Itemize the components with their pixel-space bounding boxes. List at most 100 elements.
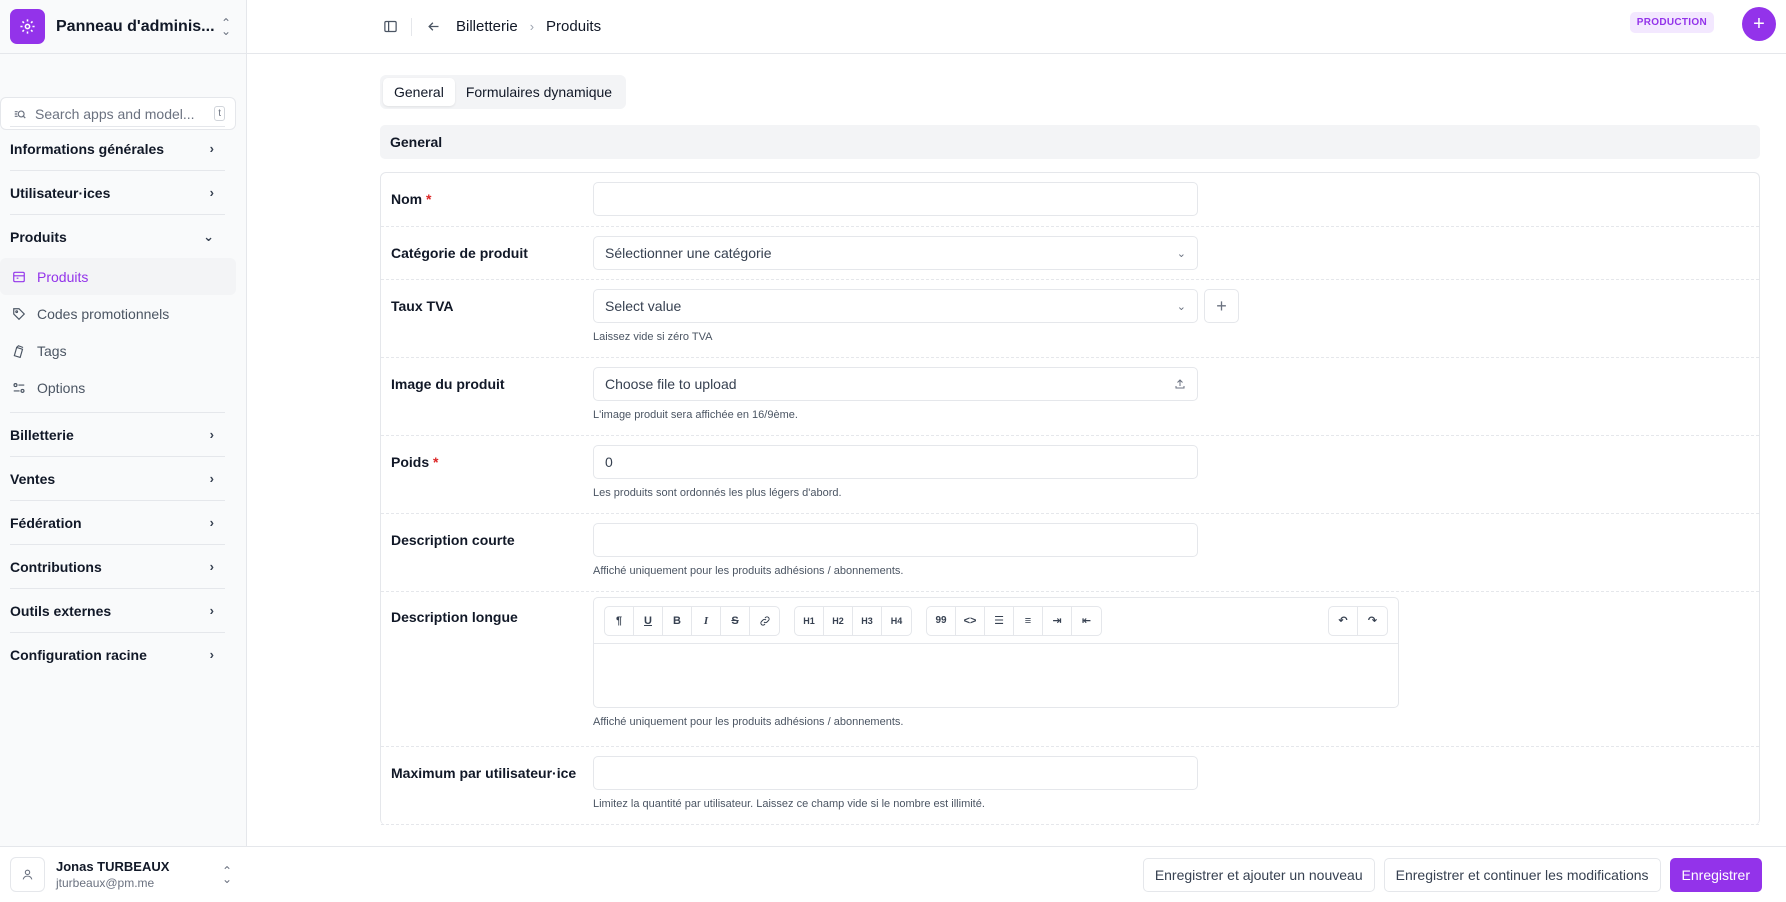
sidebar-toggle-icon[interactable] [381,18,399,36]
paragraph-icon[interactable]: ¶ [605,606,634,635]
bold-icon[interactable]: B [663,606,692,635]
nav-group-utilisateurs[interactable]: Utilisateur·ices › [0,171,236,214]
chevron-updown-icon[interactable]: ⌃ ⌄ [218,17,234,37]
back-arrow-icon[interactable] [424,18,442,36]
bullet-list-icon[interactable]: ☰ [985,606,1014,635]
sidebar: Panneau d'adminis... ⌃⌄ t Informations g… [0,0,247,902]
nom-input[interactable] [593,182,1198,216]
section-title: General [380,125,1760,159]
nav-group-label: Ventes [10,470,56,487]
indent-icon[interactable]: ⇥ [1043,606,1072,635]
select-value: Sélectionner une catégorie [605,245,772,261]
plus-icon: + [1216,295,1227,316]
select-value: Select value [605,298,682,314]
tab-bar: General Formulaires dynamique [380,75,627,109]
outdent-icon[interactable]: ⇤ [1072,607,1101,635]
strikethrough-icon[interactable]: S [721,606,750,635]
tab-general[interactable]: General [383,78,455,106]
help-text: L'image produit sera affichée en 16/9ème… [593,409,798,421]
tab-formulaires[interactable]: Formulaires dynamique [455,78,623,106]
heading4-icon[interactable]: H4 [882,607,911,635]
nav-group-contributions[interactable]: Contributions › [0,545,236,588]
sidebar-item-label: Tags [37,342,67,359]
search-input[interactable] [35,105,215,122]
editor-toolbar: ¶ U B I S H1 H2 H3 H4 99 <> ☰ ≡ ⇥ ⇤ ↶ ↷ [594,598,1398,644]
numbered-list-icon[interactable]: ≡ [1014,606,1043,635]
nav-group-billetterie[interactable]: Billetterie › [0,413,236,456]
user-name: Jonas TURBEAUX [56,859,170,874]
store-icon [13,271,25,282]
user-menu[interactable]: Jonas TURBEAUX jturbeaux@pm.me ⌃ ⌄ [0,846,247,902]
sidebar-item-options[interactable]: Options [0,369,236,406]
chevron-right-icon: › [209,471,214,486]
sidebar-item-label: Codes promotionnels [37,305,170,322]
nav-group-label: Produits [10,228,67,245]
form-row-poids: Poids * 0 Les produits sont ordonnés les… [381,436,1759,514]
sidebar-nav: Informations générales › Utilisateur·ices… [0,126,236,676]
editor-content[interactable] [594,644,1398,707]
help-text: Les produits sont ordonnés les plus lége… [593,487,842,499]
nav-group-outils-externes[interactable]: Outils externes › [0,589,236,632]
required-mark: * [426,191,432,207]
field-label: Nom [391,191,423,207]
link-icon[interactable] [750,607,779,635]
sidebar-item-produits[interactable]: Produits [0,258,236,295]
main-content: General Formulaires dynamique General No… [247,54,1786,902]
add-button[interactable]: + [1742,7,1776,41]
field-label: Image du produit [391,376,505,392]
rich-text-editor: ¶ U B I S H1 H2 H3 H4 99 <> ☰ ≡ ⇥ ⇤ ↶ ↷ [593,597,1399,708]
tva-select[interactable]: Select value ⌄ [593,289,1198,323]
brand-switcher[interactable]: Panneau d'adminis... ⌃ ⌄ [0,0,246,54]
user-icon [22,869,33,880]
sidebar-item-codes-promo[interactable]: Codes promotionnels [0,295,236,332]
nav-group-federation[interactable]: Fédération › [0,501,236,544]
heading3-icon[interactable]: H3 [853,606,882,635]
save-button[interactable]: Enregistrer [1669,857,1762,892]
nav-group-label: Configuration racine [10,646,147,663]
image-upload[interactable]: Choose file to upload [593,367,1198,401]
breadcrumb-current: Produits [546,18,602,35]
save-continue-button[interactable]: Enregistrer et continuer les modificatio… [1383,857,1661,892]
top-header: Billetterie › Produits PRODUCTION + [247,0,1786,54]
nav-group-ventes[interactable]: Ventes › [0,457,236,500]
help-text: Affiché uniquement pour les produits adh… [593,716,904,728]
user-email: jturbeaux@pm.me [56,876,155,890]
quote-icon[interactable]: 99 [927,606,956,635]
heading2-icon[interactable]: H2 [824,606,853,635]
chevron-updown-icon[interactable]: ⌃ ⌄ [219,865,235,885]
chevron-down-icon: ⌄ [1176,300,1186,313]
poids-input[interactable]: 0 [593,445,1198,479]
gear-icon [10,9,45,44]
save-add-button[interactable]: Enregistrer et ajouter un nouveau [1142,857,1375,892]
field-label: Taux TVA [391,298,454,314]
product-form: Nom * Catégorie de produit Sélectionner … [380,172,1760,825]
categorie-select[interactable]: Sélectionner une catégorie ⌄ [593,236,1198,270]
max-user-input[interactable] [593,756,1198,790]
sidebar-item-tags[interactable]: Tags [0,332,236,369]
nav-group-informations[interactable]: Informations générales › [0,127,236,170]
chevron-right-icon: › [209,647,214,662]
upload-label: Choose file to upload [605,376,737,392]
field-label: Maximum par utilisateur·ice [391,765,577,781]
undo-icon[interactable]: ↶ [1329,606,1358,635]
breadcrumb-parent[interactable]: Billetterie [456,18,518,35]
brand-title: Panneau d'adminis... [56,17,215,35]
underline-icon[interactable]: U [634,606,663,635]
chevron-right-icon: › [529,19,535,34]
chevron-right-icon: › [209,603,214,618]
search-icon [14,110,26,118]
nav-group-produits[interactable]: Produits ⌄ [0,215,236,258]
redo-icon[interactable]: ↷ [1358,607,1387,635]
nav-group-label: Informations générales [10,140,165,157]
form-row-nom: Nom * [381,173,1759,227]
field-label: Description courte [391,532,515,548]
heading1-icon[interactable]: H1 [795,606,824,635]
add-tva-button[interactable]: + [1204,289,1239,323]
italic-icon[interactable]: I [692,606,721,635]
nav-group-configuration-racine[interactable]: Configuration racine › [0,633,236,676]
code-icon[interactable]: <> [956,606,985,635]
nav-group-label: Utilisateur·ices [10,184,111,201]
upload-icon [1175,379,1185,389]
tags-icon [13,344,24,358]
desc-courte-input[interactable] [593,523,1198,557]
